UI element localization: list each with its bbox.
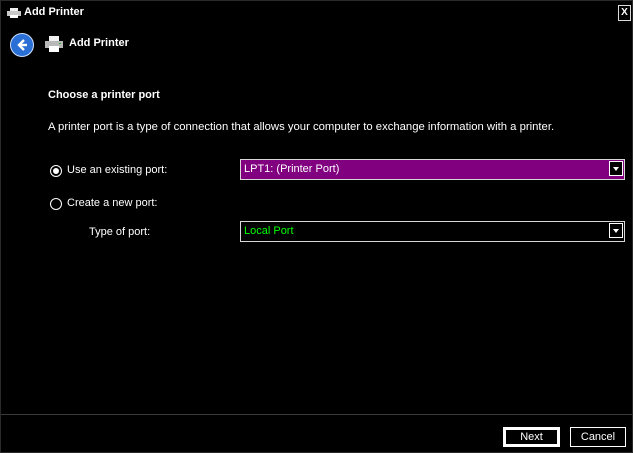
window-title: Add Printer	[24, 6, 84, 18]
title-bar: Add Printer X	[1, 1, 632, 25]
printer-icon	[45, 36, 63, 52]
nav-title: Add Printer	[69, 37, 129, 49]
existing-port-label: Use an existing port:	[67, 164, 168, 176]
port-type-label: Type of port:	[89, 226, 151, 238]
navigation-bar: Add Printer	[1, 29, 632, 59]
next-button[interactable]: Next	[502, 426, 561, 448]
page-description: A printer port is a type of connection t…	[48, 121, 555, 133]
port-type-select[interactable]: Local Port	[240, 221, 625, 242]
chevron-down-icon[interactable]	[609, 223, 623, 238]
chevron-down-icon[interactable]	[609, 161, 623, 176]
existing-port-radio[interactable]	[50, 165, 62, 177]
new-port-radio[interactable]	[50, 198, 62, 210]
port-type-value: Local Port	[244, 225, 294, 237]
footer-divider	[1, 414, 632, 415]
close-button[interactable]: X	[618, 5, 631, 21]
add-printer-window: Add Printer X Add Printer Choose a print…	[0, 0, 633, 453]
existing-port-value: LPT1: (Printer Port)	[244, 163, 340, 175]
existing-port-select[interactable]: LPT1: (Printer Port)	[240, 159, 625, 180]
cancel-button[interactable]: Cancel	[570, 427, 626, 447]
printer-icon	[7, 8, 21, 18]
back-arrow-icon	[17, 39, 27, 51]
close-icon: X	[621, 7, 628, 18]
new-port-label: Create a new port:	[67, 197, 158, 209]
back-button[interactable]	[10, 33, 34, 57]
page-title: Choose a printer port	[48, 89, 160, 101]
